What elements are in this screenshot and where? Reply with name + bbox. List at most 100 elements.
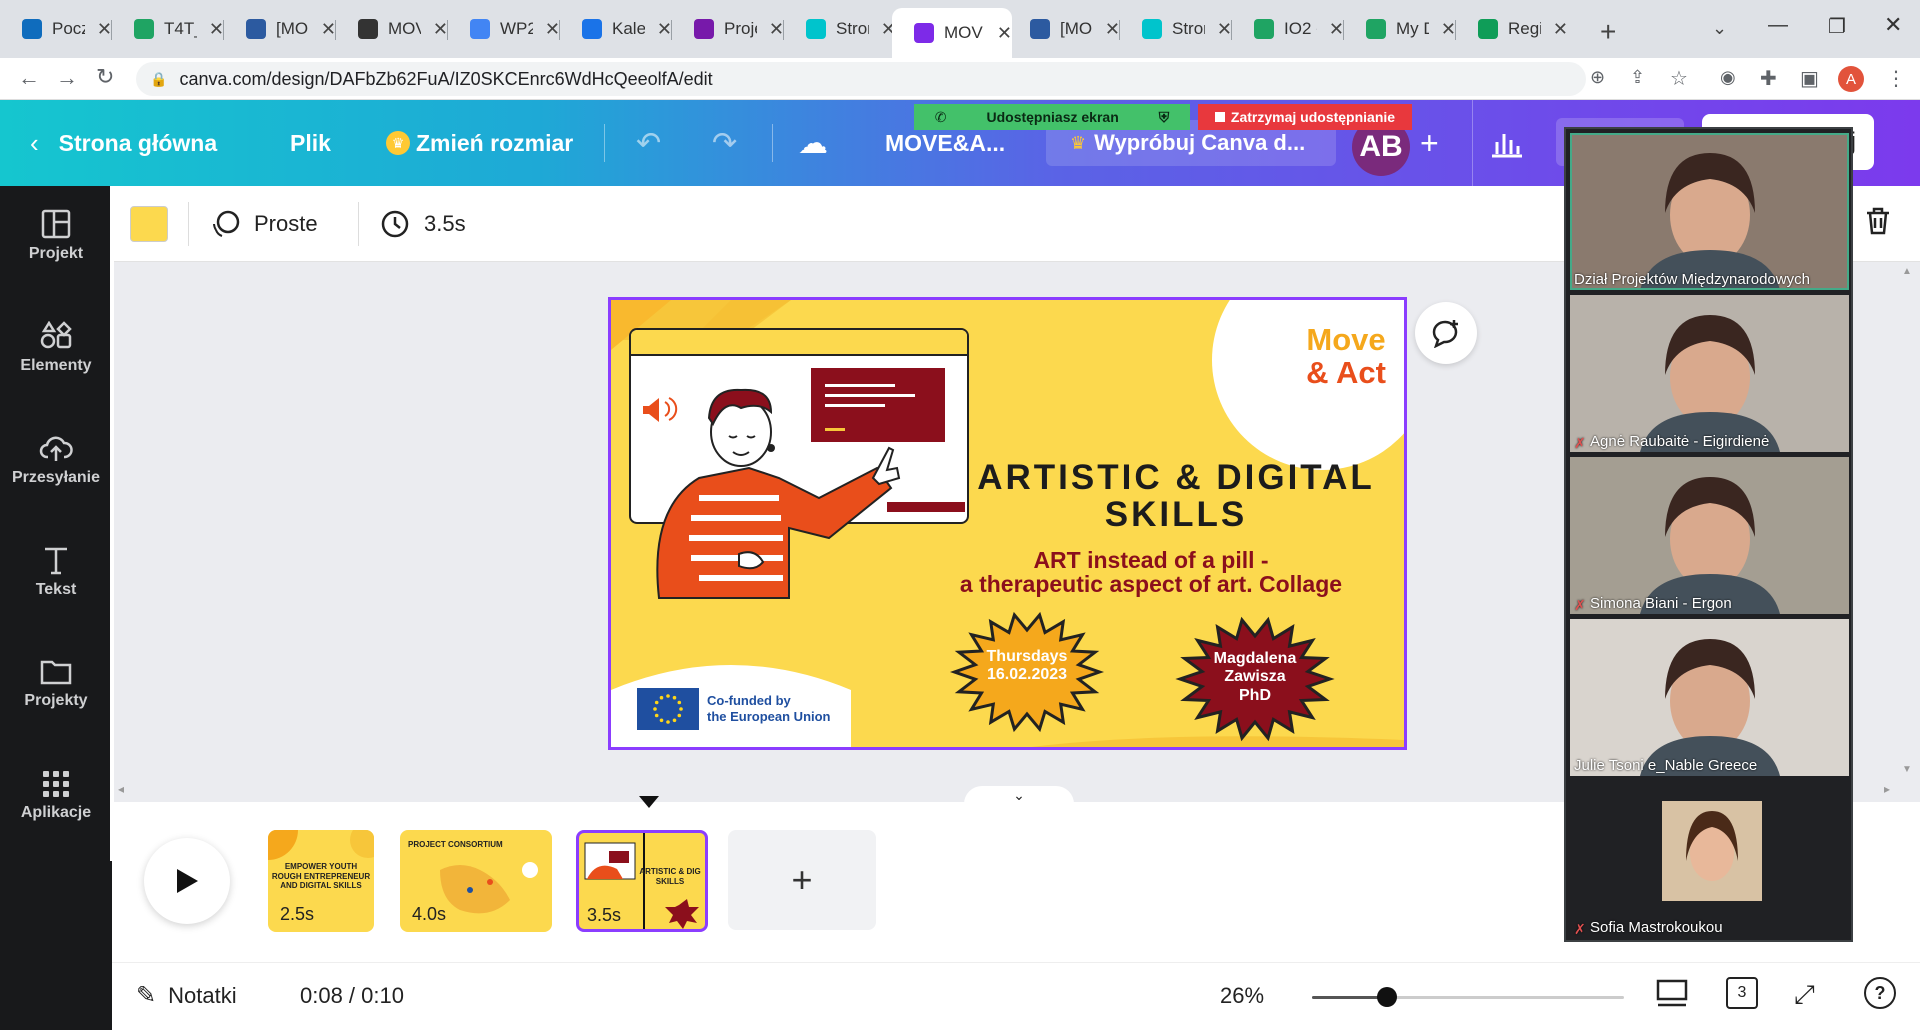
browser-tab[interactable]: Pocz ✕	[0, 12, 112, 46]
browser-tab[interactable]: IO2 - ✕	[1232, 12, 1344, 46]
undo-button[interactable]: ↶	[636, 100, 661, 186]
scroll-left-arrow[interactable]: ◂	[118, 782, 124, 796]
browser-tab[interactable]: Stron✕	[784, 12, 896, 46]
duration-button[interactable]: 3.5s	[380, 206, 466, 242]
slide-canvas[interactable]: Move & Act ARTISTIC & DIGITAL SKILLS ART…	[608, 297, 1407, 750]
file-menu-button[interactable]: Plik	[290, 100, 331, 186]
zoom-percentage[interactable]: 26%	[1220, 983, 1264, 1009]
scroll-right-arrow[interactable]: ▸	[1884, 782, 1890, 796]
playhead-marker[interactable]	[639, 796, 659, 808]
zoom-icon[interactable]: ⊕	[1590, 67, 1605, 88]
add-collaborator-button[interactable]: +	[1420, 100, 1439, 186]
browser-menu-icon[interactable]: ⋮	[1886, 66, 1906, 91]
drive-icon	[134, 19, 154, 39]
browser-tab[interactable]: [MO ✕	[1008, 12, 1120, 46]
tab-label: Proje	[724, 19, 757, 38]
analytics-icon[interactable]	[1490, 100, 1524, 186]
tab-label: Kale	[612, 19, 645, 38]
close-tab-icon[interactable]: ✕	[545, 19, 560, 40]
resize-button[interactable]: ♛ Zmień rozmiar	[386, 100, 573, 186]
close-tab-icon[interactable]: ✕	[1217, 19, 1232, 40]
background-color-swatch[interactable]	[130, 206, 168, 242]
notes-button[interactable]: ✎ Notatki	[136, 981, 237, 1010]
maximize-button[interactable]: ❐	[1828, 14, 1846, 39]
forward-arrow-icon[interactable]: →	[56, 65, 78, 91]
redo-button[interactable]: ↷	[712, 100, 737, 186]
tab-search-chevron-icon[interactable]: ⌄	[1712, 18, 1727, 39]
browser-tab[interactable]: Stron✕	[1120, 12, 1232, 46]
grammarly-icon[interactable]: ◉	[1720, 67, 1736, 88]
notes-icon: ✎	[136, 982, 157, 1009]
close-tab-icon[interactable]: ✕	[97, 19, 112, 40]
close-tab-icon[interactable]: ✕	[1329, 19, 1344, 40]
add-page-button[interactable]: +	[728, 830, 876, 930]
play-button[interactable]	[144, 838, 230, 924]
sidebar-item-tekst[interactable]: Tekst	[0, 522, 112, 622]
home-button[interactable]: ‹ Strona główna	[30, 100, 217, 186]
url-field[interactable]: 🔒 canva.com/design/DAFbZb62FuA/IZ0SKCEnr…	[136, 62, 1586, 96]
scrollbar-up-arrow[interactable]: ▲	[1902, 266, 1912, 277]
canva-icon	[914, 23, 934, 43]
reload-icon[interactable]: ↻	[96, 64, 114, 90]
browser-tab[interactable]: Proje ✕	[672, 12, 784, 46]
close-tab-icon[interactable]: ✕	[1105, 19, 1120, 40]
sidebar-item-projekt[interactable]: Projekt	[0, 186, 112, 286]
sidebar-item-przesylanie[interactable]: Przesyłanie	[0, 410, 112, 510]
animation-button[interactable]: Proste	[210, 206, 318, 242]
new-tab-button[interactable]: +	[1600, 16, 1616, 48]
participant-tile[interactable]: ✗ Simona Biani - Ergon	[1570, 457, 1849, 614]
browser-tab[interactable]: T4T_ ✕	[112, 12, 224, 46]
sidebar-item-aplikacje[interactable]: Aplikacje	[0, 746, 112, 846]
browser-tab[interactable]: WP2 ✕	[448, 12, 560, 46]
close-window-button[interactable]: ✕	[1884, 12, 1902, 38]
browser-tab[interactable]: [MO ✕	[224, 12, 336, 46]
timeline-page-1[interactable]: EMPOWER YOUTH ROUGH ENTREPRENEUR AND DIG…	[268, 830, 374, 932]
stop-sharing-button[interactable]: Zatrzymaj udostępnianie	[1198, 104, 1412, 130]
zoom-slider-track[interactable]	[1312, 987, 1624, 1007]
close-tab-icon[interactable]: ✕	[321, 19, 336, 40]
timeline-page-3[interactable]: ARTISTIC & DIG SKILLS 3.5s	[576, 830, 708, 932]
sidebar-item-elementy[interactable]: Elementy	[0, 298, 112, 398]
participant-tile[interactable]: Dział Projektów Międzynarodowych	[1570, 133, 1849, 290]
thumb-text-line: ARTISTIC & DIG	[639, 867, 701, 876]
browser-tab[interactable]: MOV✕	[336, 12, 448, 46]
participant-tile[interactable]: Julie Tsoni e_Nable Greece	[1570, 619, 1849, 776]
home-label: Strona główna	[58, 129, 218, 156]
participant-avatar	[1662, 801, 1762, 901]
side-panel-icon[interactable]: ▣	[1800, 66, 1819, 91]
thumb-text-line: ROUGH ENTREPRENEUR	[271, 871, 371, 881]
fullscreen-icon[interactable]: ⤢	[1794, 979, 1815, 1011]
close-tab-icon[interactable]: ✕	[1553, 19, 1568, 40]
share-page-icon[interactable]: ⇪	[1630, 67, 1645, 88]
browser-tab[interactable]: Kale ✕	[560, 12, 672, 46]
timeline-page-2[interactable]: PROJECT CONSORTIUM 4.0s	[400, 830, 552, 932]
mic-muted-icon: ✗	[1574, 434, 1586, 451]
cloud-saved-icon[interactable]: ☁	[798, 100, 828, 186]
speaker-line-2: Zawisza	[1224, 668, 1286, 686]
profile-avatar[interactable]: A	[1838, 66, 1864, 92]
trash-icon[interactable]	[1864, 206, 1892, 243]
participant-tile[interactable]: ✗ Agnė Raubaitė - Eigirdienė	[1570, 295, 1849, 452]
extensions-puzzle-icon[interactable]: ✚	[1760, 66, 1777, 91]
close-tab-icon[interactable]: ✕	[433, 19, 448, 40]
minimize-button[interactable]: —	[1768, 14, 1788, 37]
browser-tab[interactable]: MOV✕	[892, 8, 1012, 58]
close-tab-icon[interactable]: ✕	[209, 19, 224, 40]
browser-tab[interactable]: Regi ✕	[1456, 12, 1568, 46]
back-arrow-icon[interactable]: ←	[18, 65, 40, 91]
close-tab-icon[interactable]: ✕	[769, 19, 784, 40]
participant-name-text: Dział Projektów Międzynarodowych	[1574, 271, 1810, 288]
zoom-slider-handle[interactable]	[1376, 987, 1397, 1007]
scrollbar-down-arrow[interactable]: ▼	[1902, 764, 1912, 775]
help-icon[interactable]: ?	[1864, 977, 1896, 1009]
close-tab-icon[interactable]: ✕	[1441, 19, 1456, 40]
sidebar-item-projekty[interactable]: Projekty	[0, 634, 112, 734]
close-tab-icon[interactable]: ✕	[657, 19, 672, 40]
grid-view-icon[interactable]	[1656, 979, 1688, 1014]
browser-tab[interactable]: My D ✕	[1344, 12, 1456, 46]
add-comment-button[interactable]	[1415, 302, 1477, 364]
chevron-left-icon: ‹	[30, 127, 39, 158]
participant-tile[interactable]: ✗ Sofia Mastrokoukou	[1570, 781, 1849, 938]
bookmark-star-icon[interactable]: ☆	[1670, 66, 1688, 91]
page-count-button[interactable]: 3	[1726, 977, 1758, 1009]
